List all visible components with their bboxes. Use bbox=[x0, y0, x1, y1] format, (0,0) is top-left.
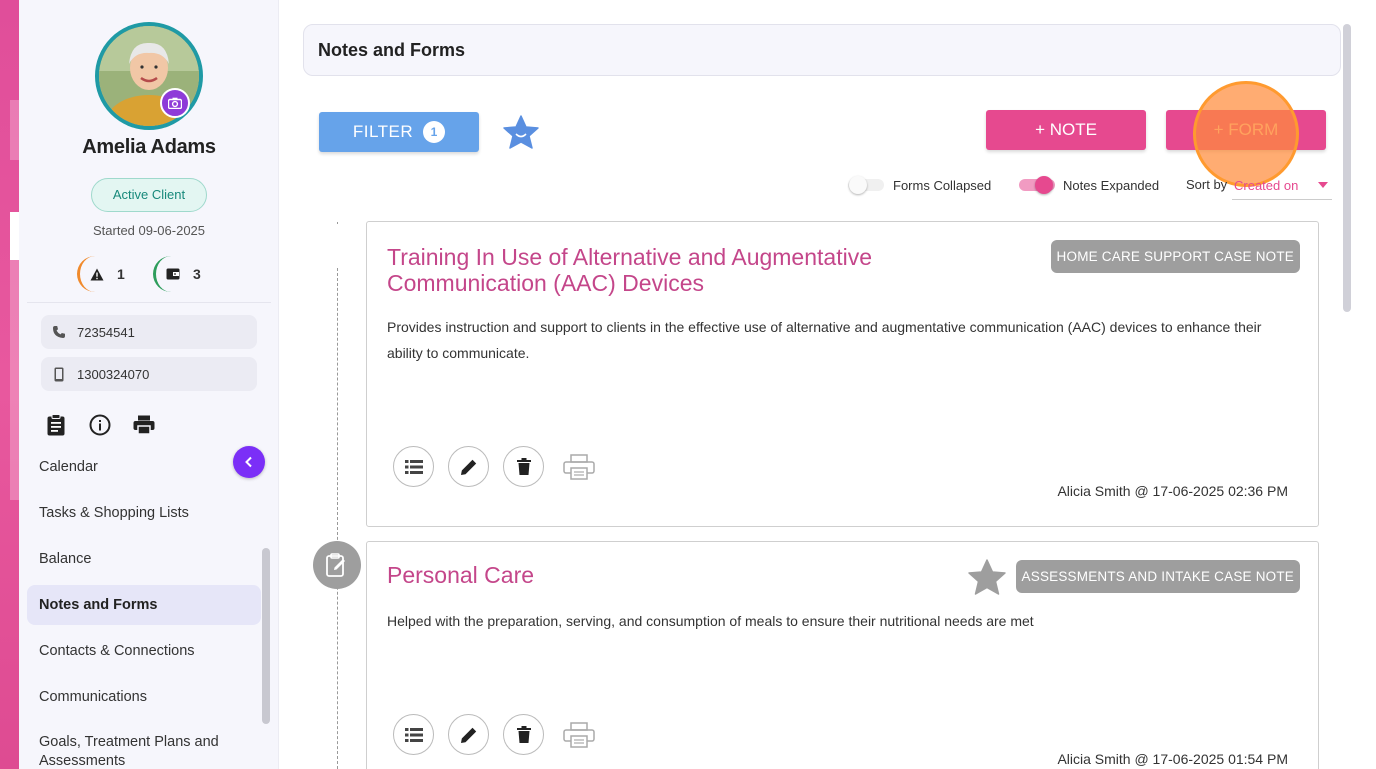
note-type-badge: HOME CARE SUPPORT CASE NOTE bbox=[1050, 240, 1300, 273]
toggle-knob bbox=[1035, 176, 1053, 194]
alerts-ring bbox=[77, 256, 113, 292]
add-form-button[interactable]: + FORM bbox=[1166, 110, 1326, 150]
app-edge-strip bbox=[0, 0, 19, 769]
edit-button[interactable] bbox=[448, 446, 489, 487]
note-title[interactable]: Training In Use of Alternative and Augme… bbox=[387, 244, 1027, 296]
print-button[interactable] bbox=[558, 714, 599, 755]
sidebar-scrollbar[interactable] bbox=[262, 548, 270, 724]
sidebar-divider bbox=[27, 302, 271, 303]
change-photo-button[interactable] bbox=[160, 88, 190, 118]
funds-ring bbox=[153, 256, 189, 292]
note-body: Provides instruction and support to clie… bbox=[387, 319, 1262, 361]
printer-icon bbox=[562, 453, 595, 480]
print-icon[interactable] bbox=[133, 414, 155, 436]
status-badge: Active Client bbox=[91, 178, 207, 212]
note-author-timestamp: Alicia Smith @ 17-06-2025 01:54 PM bbox=[1057, 751, 1288, 767]
sidebar-item-calendar[interactable]: Calendar bbox=[27, 447, 261, 487]
client-sidebar: Amelia Adams Active Client Started 09-06… bbox=[19, 0, 279, 769]
funds-stat[interactable]: 3 bbox=[153, 256, 201, 292]
note-actions bbox=[393, 446, 599, 487]
phone-field[interactable]: 72354541 bbox=[41, 315, 257, 349]
sort-select[interactable]: Created on bbox=[1232, 176, 1332, 200]
phone-number: 72354541 bbox=[77, 324, 135, 340]
start-date: Started 09-06-2025 bbox=[92, 223, 206, 238]
note-type-badge: ASSESSMENTS AND INTAKE CASE NOTE bbox=[1015, 560, 1300, 593]
sidebar-item-notes-and-forms[interactable]: Notes and Forms bbox=[27, 585, 261, 625]
note-author-timestamp: Alicia Smith @ 17-06-2025 02:36 PM bbox=[1057, 483, 1288, 499]
timeline-line bbox=[337, 268, 338, 769]
sidebar-item-tasks[interactable]: Tasks & Shopping Lists bbox=[27, 493, 261, 533]
mobile-icon bbox=[54, 367, 64, 381]
list-icon bbox=[404, 727, 423, 742]
clipboard-icon[interactable] bbox=[45, 414, 67, 436]
favorite-star-icon[interactable] bbox=[967, 558, 1007, 598]
page-title: Notes and Forms bbox=[303, 24, 1341, 76]
warning-icon bbox=[90, 268, 103, 280]
notes-expanded-toggle[interactable] bbox=[1019, 176, 1055, 194]
collapse-sidebar-button[interactable] bbox=[233, 446, 265, 478]
mobile-number: 1300324070 bbox=[77, 366, 150, 382]
add-note-button[interactable]: + NOTE bbox=[986, 110, 1146, 150]
caret-down-icon bbox=[1318, 182, 1328, 188]
filter-button[interactable]: FILTER 1 bbox=[319, 112, 479, 152]
chevron-left-icon bbox=[245, 456, 252, 468]
avatar[interactable] bbox=[95, 22, 203, 130]
trash-icon bbox=[516, 726, 531, 743]
print-button[interactable] bbox=[558, 446, 599, 487]
details-button[interactable] bbox=[393, 446, 434, 487]
sidebar-item-balance[interactable]: Balance bbox=[27, 539, 261, 579]
sidebar-item-goals[interactable]: Goals, Treatment Plans and Assessments bbox=[27, 731, 237, 769]
details-button[interactable] bbox=[393, 714, 434, 755]
filter-label: FILTER bbox=[352, 122, 414, 141]
sidebar-item-communications[interactable]: Communications bbox=[27, 677, 261, 717]
quick-actions bbox=[45, 414, 155, 436]
notes-expanded-label: Notes Expanded bbox=[1063, 178, 1160, 193]
clipboard-edit-icon bbox=[326, 553, 345, 577]
printer-icon bbox=[562, 721, 595, 748]
alerts-stat[interactable]: 1 bbox=[77, 256, 125, 292]
wallet-icon bbox=[166, 268, 179, 280]
sidebar-item-contacts[interactable]: Contacts & Connections bbox=[27, 631, 261, 671]
note-card[interactable]: Training In Use of Alternative and Augme… bbox=[366, 221, 1319, 527]
favorites-star-icon[interactable] bbox=[502, 114, 540, 152]
sort-value: Created on bbox=[1234, 178, 1299, 193]
forms-collapsed-label: Forms Collapsed bbox=[893, 178, 992, 193]
camera-icon bbox=[168, 97, 182, 109]
client-name: Amelia Adams bbox=[82, 136, 216, 158]
edge-gap bbox=[10, 212, 19, 260]
sort-label: Sort by bbox=[1186, 177, 1228, 192]
filter-count-badge: 1 bbox=[423, 121, 446, 143]
info-icon[interactable] bbox=[89, 414, 111, 436]
list-icon bbox=[404, 459, 423, 474]
note-title[interactable]: Personal Care bbox=[387, 562, 534, 588]
trash-icon bbox=[516, 458, 531, 475]
mobile-field[interactable]: 1300324070 bbox=[41, 357, 257, 391]
alerts-count: 1 bbox=[117, 266, 125, 282]
note-body: Helped with the preparation, serving, an… bbox=[387, 613, 1034, 629]
pencil-icon bbox=[460, 459, 476, 475]
toggle-knob bbox=[849, 176, 867, 194]
note-actions bbox=[393, 714, 599, 755]
main-scrollbar[interactable] bbox=[1343, 24, 1351, 312]
funds-count: 3 bbox=[193, 266, 201, 282]
forms-collapsed-toggle[interactable] bbox=[848, 176, 884, 194]
edge-highlight bbox=[10, 260, 19, 500]
delete-button[interactable] bbox=[503, 446, 544, 487]
edit-button[interactable] bbox=[448, 714, 489, 755]
note-timeline-marker bbox=[313, 541, 361, 589]
edge-highlight bbox=[10, 100, 19, 160]
delete-button[interactable] bbox=[503, 714, 544, 755]
timeline-connector bbox=[337, 222, 338, 224]
phone-icon bbox=[53, 326, 65, 338]
pencil-icon bbox=[460, 727, 476, 743]
note-card[interactable]: Personal Care ASSESSMENTS AND INTAKE CAS… bbox=[366, 541, 1319, 769]
